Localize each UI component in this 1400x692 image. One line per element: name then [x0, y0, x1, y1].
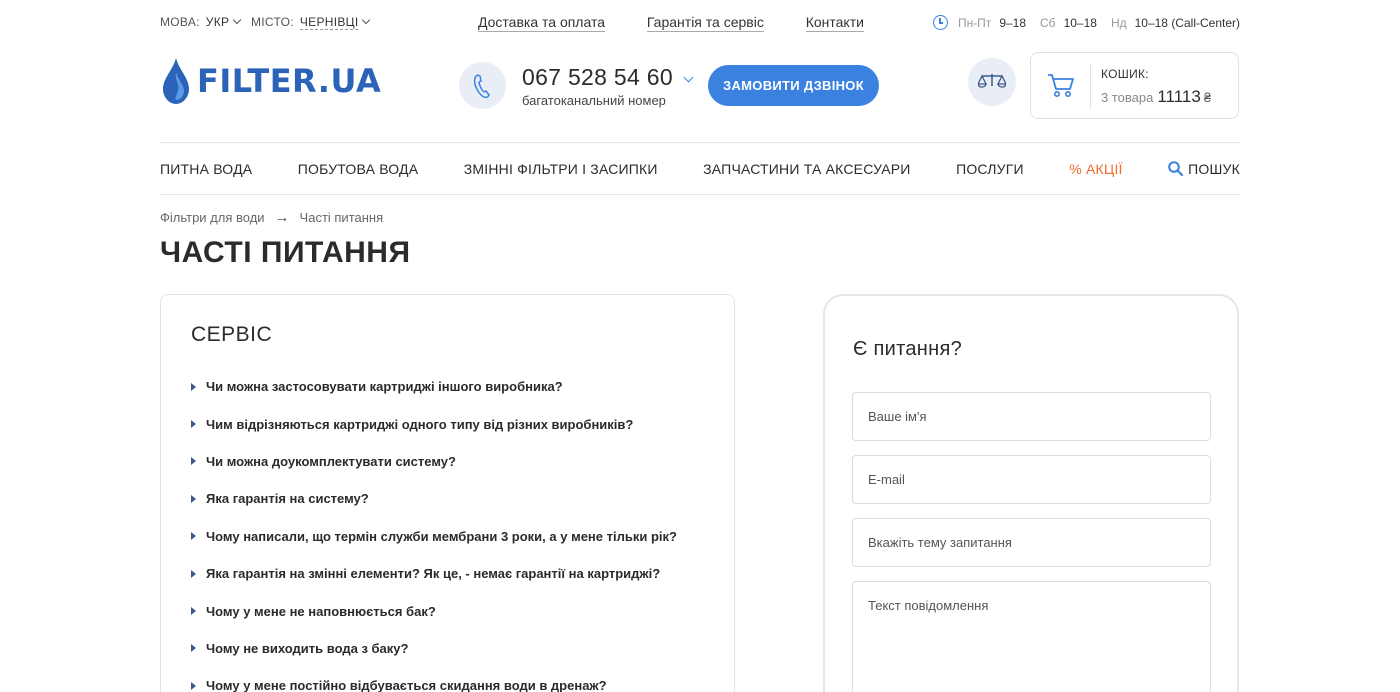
faq-question[interactable]: Чим відрізняються картриджі одного типу … — [206, 417, 633, 432]
cart-count: 3 товара — [1101, 90, 1154, 105]
language-value[interactable]: УКР — [206, 15, 230, 29]
faq-question[interactable]: Чому у мене не наповнюється бак? — [206, 604, 436, 619]
faq-item[interactable]: Чим відрізняються картриджі одного типу … — [191, 405, 677, 442]
subject-field[interactable] — [852, 518, 1211, 567]
nav-search[interactable]: ПОШУК — [1168, 161, 1240, 177]
faq-item[interactable]: Чи можна застосовувати картриджі іншого … — [191, 368, 677, 405]
water-drop-icon — [163, 58, 189, 104]
breadcrumb: Фільтри для води → Часті питання — [160, 209, 383, 226]
question-form: Є питання? — [823, 294, 1239, 692]
city-selector[interactable]: МІСТО: ЧЕРНІВЦІ — [251, 15, 371, 30]
faq-question[interactable]: Яка гарантія на змінні елементи? Як це, … — [206, 566, 660, 581]
nav-item-replacement-filters[interactable]: ЗМІННІ ФІЛЬТРИ І ЗАСИПКИ — [464, 161, 658, 177]
name-field[interactable] — [852, 392, 1211, 441]
hours-day: Нд — [1110, 15, 1127, 30]
cart-sum: 11113 — [1157, 87, 1201, 106]
faq-question[interactable]: Чи можна доукомплектувати систему? — [206, 454, 456, 469]
message-field[interactable] — [852, 581, 1211, 692]
faq-item[interactable]: Чи можна доукомплектувати систему? — [191, 443, 677, 480]
faq-item[interactable]: Чому не виходить вода з баку? — [191, 630, 677, 667]
request-call-button[interactable]: ЗАМОВИТИ ДЗВІНОК — [708, 65, 879, 106]
clock-icon — [932, 15, 948, 30]
nav-item-drinking-water[interactable]: ПИТНА ВОДА — [160, 161, 252, 177]
working-hours: Пн-Пт 9–18 Сб 10–18 Нд 10–18 (Call-Center) — [932, 15, 1240, 30]
page-title: ЧАСТІ ПИТАННЯ — [160, 236, 411, 269]
cart-label: КОШИК: — [1101, 67, 1149, 81]
breadcrumb-parent[interactable]: Фільтри для води — [160, 210, 265, 225]
arrow-right-icon: → — [274, 209, 290, 226]
language-label: МОВА: — [160, 15, 200, 29]
nav-item-household-water[interactable]: ПОБУТОВА ВОДА — [298, 161, 419, 177]
compare-button[interactable] — [968, 58, 1016, 106]
logo-text: FILTER.UA — [197, 62, 382, 100]
faq-question[interactable]: Чому написали, що термін служби мембрани… — [206, 529, 677, 544]
phone-number[interactable]: 067 528 54 60 — [522, 64, 694, 91]
faq-item[interactable]: Яка гарантія на змінні елементи? Як це, … — [191, 555, 677, 592]
chevron-down-icon — [233, 15, 242, 25]
caret-right-icon — [191, 644, 196, 653]
city-label: МІСТО: — [251, 15, 294, 29]
caret-right-icon — [191, 494, 196, 503]
faq-item[interactable]: Чому у мене постійно відбувається скидан… — [191, 667, 677, 692]
contacts-link[interactable]: Контакти — [805, 14, 864, 32]
faq-item[interactable]: Чому написали, що термін служби мембрани… — [191, 518, 677, 555]
faq-question[interactable]: Чому у мене постійно відбувається скидан… — [206, 678, 607, 692]
chevron-down-icon — [362, 15, 371, 25]
hours-time: 9–18 — [999, 15, 1027, 30]
site-logo[interactable]: FILTER.UA — [163, 58, 381, 104]
phone-icon — [473, 73, 490, 98]
faq-item[interactable]: Яка гарантія на систему? — [191, 480, 677, 517]
cart-widget[interactable]: КОШИК: 3 товара 11113 ₴ — [1030, 52, 1239, 119]
nav-item-promo[interactable]: % АКЦІЇ — [1069, 161, 1122, 177]
hours-day: Сб — [1040, 15, 1056, 30]
cart-icon — [1048, 74, 1074, 97]
top-bar: МОВА: УКР МІСТО: ЧЕРНІВЦІ Доставка та опла… — [160, 0, 1240, 46]
chevron-down-icon[interactable] — [683, 72, 694, 83]
breadcrumb-current: Часті питання — [299, 210, 384, 225]
faq-question[interactable]: Чи можна застосовувати картриджі іншого … — [206, 379, 563, 394]
caret-right-icon — [191, 681, 196, 690]
caret-right-icon — [191, 382, 196, 391]
hours-day: Пн-Пт — [957, 15, 992, 30]
caret-right-icon — [191, 420, 196, 429]
main-nav: ПИТНА ВОДА ПОБУТОВА ВОДА ЗМІННІ ФІЛЬТРИ … — [160, 142, 1240, 195]
caret-right-icon — [191, 569, 196, 578]
faq-list: Чи можна застосовувати картриджі іншого … — [191, 368, 677, 692]
faq-question[interactable]: Чому не виходить вода з баку? — [206, 641, 408, 656]
search-icon — [1168, 161, 1184, 176]
hours-time: 10–18 — [1063, 15, 1097, 30]
cart-divider — [1090, 63, 1091, 109]
top-links: Доставка та оплата Гарантія та сервіс Ко… — [478, 14, 902, 32]
city-value[interactable]: ЧЕРНІВЦІ — [299, 15, 359, 30]
caret-right-icon — [191, 457, 196, 466]
phone-number-text[interactable]: 067 528 54 60 — [522, 64, 673, 90]
search-label[interactable]: ПОШУК — [1188, 161, 1240, 177]
cart-summary: 3 товара 11113 ₴ — [1101, 87, 1211, 107]
scales-icon — [978, 74, 1006, 88]
form-title: Є питання? — [853, 338, 963, 360]
delivery-link[interactable]: Доставка та оплата — [478, 14, 605, 32]
email-field[interactable] — [852, 455, 1211, 504]
phone-subtitle: багатоканальний номер — [522, 93, 666, 108]
faq-question[interactable]: Яка гарантія на систему? — [206, 491, 369, 506]
faq-card: СЕРВІС Чи можна застосовувати картриджі … — [160, 294, 735, 692]
language-selector[interactable]: МОВА: УКР — [160, 15, 242, 29]
nav-item-services[interactable]: ПОСЛУГИ — [956, 161, 1024, 177]
phone-icon-circle[interactable] — [459, 62, 506, 109]
faq-section-title: СЕРВІС — [191, 323, 273, 346]
warranty-link[interactable]: Гарантія та сервіс — [646, 14, 764, 32]
cart-currency: ₴ — [1203, 90, 1212, 105]
caret-right-icon — [191, 532, 196, 541]
caret-right-icon — [191, 607, 196, 616]
nav-item-parts-accessories[interactable]: ЗАПЧАСТИНИ ТА АКСЕСУАРИ — [703, 161, 910, 177]
hours-time: 10–18 (Call-Center) — [1134, 15, 1240, 30]
faq-item[interactable]: Чому у мене не наповнюється бак? — [191, 592, 677, 629]
